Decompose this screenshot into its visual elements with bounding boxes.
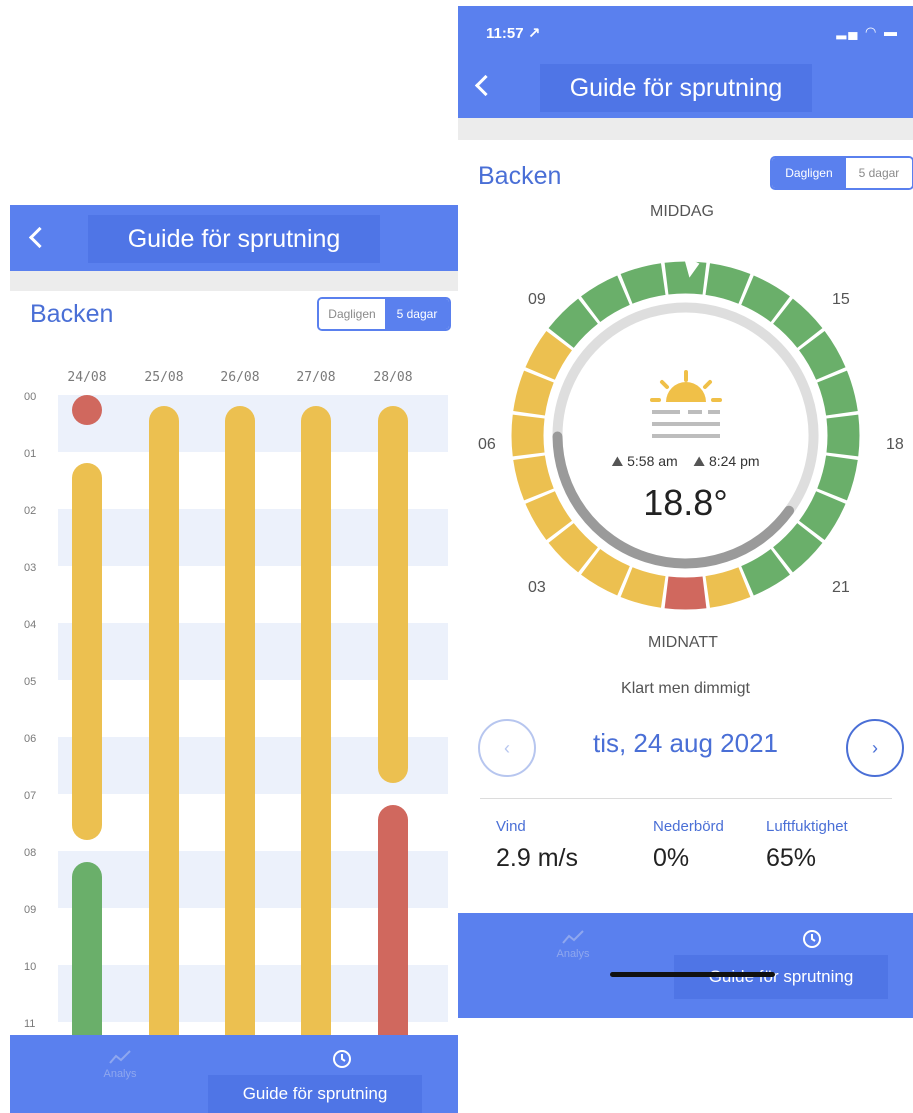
hour-row-label: 10 bbox=[24, 961, 37, 973]
day-column-label: 28/08 bbox=[373, 370, 413, 385]
hour-row-label: 11 bbox=[24, 1018, 36, 1030]
hour-row-label: 03 bbox=[24, 562, 37, 574]
condition-bar-moderate bbox=[72, 463, 102, 840]
condition-bar-moderate bbox=[378, 406, 408, 783]
hour-segment-moderate bbox=[511, 414, 545, 457]
next-day-button[interactable]: › bbox=[846, 719, 904, 777]
chevron-right-icon: › bbox=[872, 737, 878, 758]
precipitation-label: Nederbörd bbox=[653, 818, 724, 835]
daily-screen: 11:57 ↗ ▂▄ ◠ ▬ Guide för sprutning Backe… bbox=[458, 6, 913, 1018]
precipitation-value: 0% bbox=[653, 844, 690, 872]
hour-segment-good bbox=[664, 261, 707, 295]
midnight-label: MIDNATT bbox=[648, 634, 718, 651]
tab-guide[interactable]: Guide för sprutning bbox=[674, 955, 888, 999]
field-name: Backen bbox=[30, 300, 114, 328]
chart-line-icon bbox=[109, 1050, 131, 1064]
hour-segment-good bbox=[705, 263, 751, 304]
humidity-value: 65% bbox=[766, 844, 817, 872]
five-day-toggle[interactable]: 5 dagar bbox=[384, 299, 449, 329]
condition-bar-good bbox=[72, 862, 102, 1051]
sunrise-time: 5:58 am bbox=[627, 453, 678, 469]
condition-bar-moderate bbox=[149, 406, 179, 1051]
tab-analys-label: Analys bbox=[103, 1068, 137, 1080]
hour-segment-good bbox=[620, 263, 666, 304]
view-toggle: Dagligen 5 dagar bbox=[317, 297, 451, 331]
day-column-label: 27/08 bbox=[296, 370, 336, 385]
wind-label: Vind bbox=[496, 818, 526, 835]
back-icon[interactable] bbox=[474, 74, 497, 97]
current-date: tis, 24 aug 2021 bbox=[592, 728, 779, 758]
view-toggle: Dagligen 5 dagar bbox=[770, 156, 913, 190]
temperature: 18.8° bbox=[643, 482, 728, 523]
previous-day-button[interactable]: ‹ bbox=[478, 719, 536, 777]
nav-title: Guide för sprutning bbox=[88, 215, 380, 263]
hour-segment-good bbox=[817, 370, 858, 416]
hour-label-18: 18 bbox=[886, 436, 904, 453]
condition-bar-bad bbox=[378, 805, 408, 1051]
chart-line-icon bbox=[562, 930, 584, 944]
hour-row-label: 00 bbox=[24, 391, 37, 403]
humidity-label: Luftfuktighet bbox=[766, 818, 848, 835]
noon-label: MIDDAG bbox=[650, 203, 714, 220]
tab-bar: Analys Guide för sprutning bbox=[10, 1035, 458, 1113]
tab-analys[interactable]: Analys bbox=[548, 929, 598, 960]
clock-icon bbox=[803, 930, 821, 948]
partly-sunny-fog-icon bbox=[650, 370, 722, 438]
sunset-time: 8:24 pm bbox=[708, 453, 760, 469]
sunrise-icon: ⛰ bbox=[611, 453, 624, 469]
hour-segment-moderate bbox=[620, 567, 666, 608]
nav-bar: 11:57 ↗ ▂▄ ◠ ▬ Guide för sprutning bbox=[458, 6, 913, 118]
clock-icon bbox=[333, 1050, 351, 1068]
sun-times: ⛰ 5:58 am ⛰ 8:24 pm bbox=[458, 453, 913, 470]
forecast-grid bbox=[58, 395, 448, 1051]
day-column-label: 26/08 bbox=[220, 370, 260, 385]
hour-row-label: 02 bbox=[24, 505, 37, 517]
hour-row-label: 04 bbox=[24, 619, 37, 631]
day-column-label: 25/08 bbox=[144, 370, 184, 385]
status-time: 11:57 ↗ bbox=[486, 25, 541, 42]
home-indicator bbox=[610, 972, 775, 977]
hour-row-label: 05 bbox=[24, 676, 37, 688]
five-day-toggle[interactable]: 5 dagar bbox=[845, 158, 912, 188]
back-icon[interactable] bbox=[28, 226, 51, 249]
tab-guide[interactable]: Guide för sprutning bbox=[208, 1075, 422, 1113]
hour-segment-moderate bbox=[513, 370, 554, 416]
tab-bar: Analys Guide för sprutning bbox=[458, 913, 913, 1018]
hour-row-label: 07 bbox=[24, 790, 37, 802]
nav-bar: Guide för sprutning bbox=[10, 205, 458, 271]
divider bbox=[480, 798, 892, 799]
header-divider bbox=[458, 118, 913, 140]
tab-analys[interactable]: Analys bbox=[95, 1049, 145, 1080]
hour-segment-moderate bbox=[705, 567, 751, 608]
condition-bar-bad bbox=[72, 395, 102, 425]
field-name: Backen bbox=[478, 162, 562, 190]
chevron-left-icon: ‹ bbox=[504, 737, 510, 758]
hour-segment-bad bbox=[664, 576, 707, 610]
status-icons: ▂▄ ◠ ▬ bbox=[836, 24, 899, 39]
weather-description: Klart men dimmigt bbox=[621, 680, 750, 697]
hour-segment-good bbox=[826, 414, 860, 457]
hour-row-label: 01 bbox=[24, 448, 37, 460]
hour-row-label: 08 bbox=[24, 847, 37, 859]
hour-label-06: 06 bbox=[478, 436, 496, 453]
daily-toggle[interactable]: Dagligen bbox=[319, 299, 385, 329]
daily-toggle[interactable]: Dagligen bbox=[772, 158, 846, 188]
condition-bar-moderate bbox=[225, 406, 255, 1051]
header-divider bbox=[10, 271, 458, 291]
wind-value: 2.9 m/s bbox=[496, 844, 578, 872]
day-column-label: 24/08 bbox=[67, 370, 107, 385]
condition-bar-moderate bbox=[301, 406, 331, 1051]
five-day-screen: Guide för sprutning Backen Dagligen 5 da… bbox=[10, 205, 458, 1113]
hour-row-label: 06 bbox=[24, 733, 37, 745]
tab-analys-label: Analys bbox=[556, 948, 590, 960]
nav-title: Guide för sprutning bbox=[540, 64, 812, 112]
hour-row-label: 09 bbox=[24, 904, 37, 916]
sunset-icon: ⛰ bbox=[693, 453, 706, 469]
